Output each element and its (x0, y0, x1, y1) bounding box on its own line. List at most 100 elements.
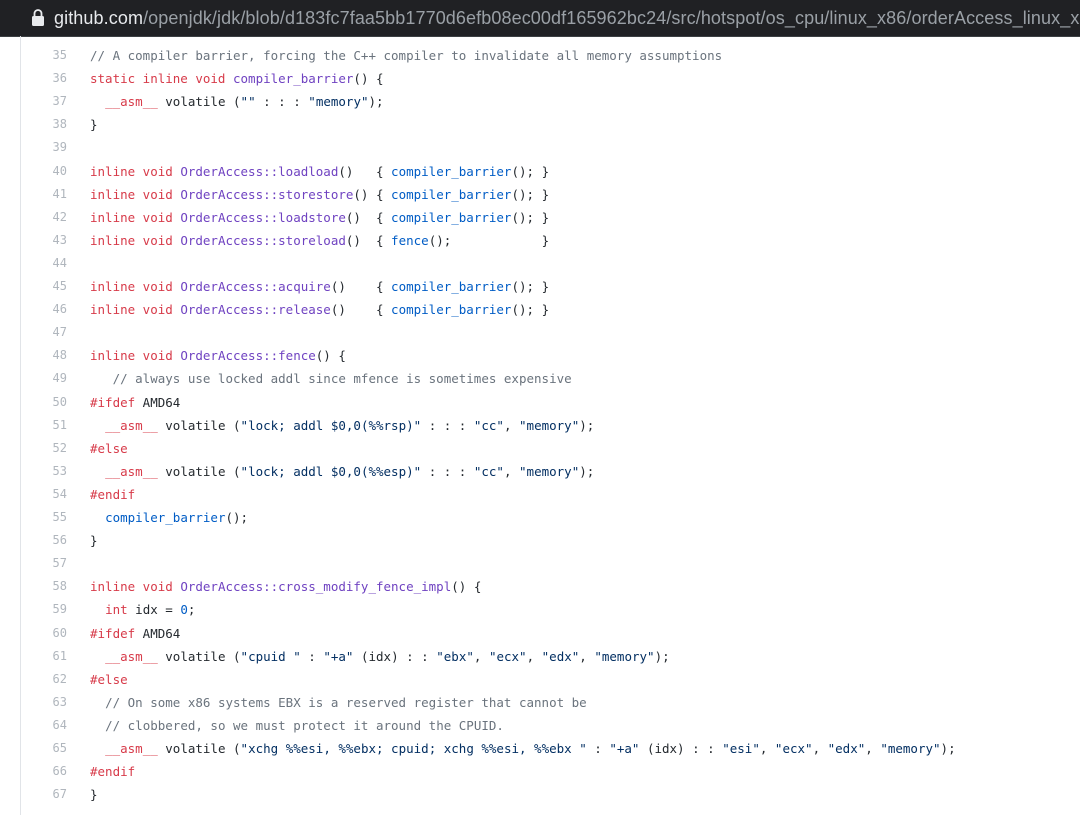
code-token: inline void (90, 302, 181, 318)
line-number[interactable]: 38 (21, 113, 67, 136)
line-number[interactable]: 53 (21, 460, 67, 483)
code-line: 38} (0, 113, 1080, 136)
code-line: 57 (0, 552, 1080, 575)
line-number[interactable]: 39 (21, 136, 67, 159)
line-number[interactable]: 35 (21, 44, 67, 67)
line-number[interactable]: 49 (21, 367, 67, 390)
line-number[interactable]: 58 (21, 575, 67, 598)
code-token: inline void (90, 579, 181, 595)
line-number[interactable]: 54 (21, 483, 67, 506)
code-token: (idx) : : (353, 648, 437, 664)
code-line: 65 __asm__ volatile ("xchg %%esi, %%ebx;… (0, 737, 1080, 760)
line-number[interactable]: 37 (21, 90, 67, 113)
line-number[interactable]: 61 (21, 645, 67, 668)
code-line: 47 (0, 321, 1080, 344)
line-number[interactable]: 59 (21, 598, 67, 621)
code-line: 45 inline void OrderAccess::acquire() { c… (0, 275, 1080, 298)
code-text: inline void OrderAccess::storeload() { f… (90, 229, 549, 252)
code-text: compiler_barrier(); (90, 506, 248, 529)
code-token: "lock; addl $0,0(%%esp)" (240, 463, 422, 479)
code-token: AMD64 (135, 625, 181, 641)
code-line: 37 __asm__ volatile ("" : : : "memory"); (0, 90, 1080, 113)
code-line: 36 static inline void compiler_barrier() … (0, 67, 1080, 90)
code-token: #endif (90, 486, 136, 502)
code-token: "memory" (519, 417, 580, 433)
code-line: 48 inline void OrderAccess::fence() { (0, 344, 1080, 367)
line-number[interactable]: 44 (21, 252, 67, 275)
line-number[interactable]: 48 (21, 344, 67, 367)
line-number[interactable]: 60 (21, 622, 67, 645)
code-line: 54 #endif (0, 483, 1080, 506)
code-token: (); } (511, 302, 550, 318)
code-view: 35 // A compiler barrier, forcing the C++… (0, 36, 1080, 815)
line-number[interactable]: 64 (21, 714, 67, 737)
code-token: "ecx" (774, 741, 813, 756)
line-number[interactable]: 46 (21, 298, 67, 321)
code-text: } (90, 113, 98, 136)
line-number[interactable]: 57 (21, 552, 67, 575)
code-token: ); (368, 94, 384, 110)
line-number[interactable]: 40 (21, 160, 67, 183)
code-token: compiler_barrier (391, 186, 512, 202)
line-number[interactable]: 55 (21, 506, 67, 529)
code-line: 64 // clobbered, so we must protect it a… (0, 714, 1080, 737)
code-token: volatile ( (157, 463, 241, 479)
code-token: OrderAccess::storeload (180, 232, 346, 248)
code-line: 51 __asm__ volatile ("lock; addl $0,0(%%… (0, 414, 1080, 437)
code-token: : : : (255, 94, 309, 110)
line-number[interactable]: 42 (21, 206, 67, 229)
code-text: // always use locked addl since mfence i… (90, 367, 572, 390)
lock-icon[interactable] (31, 8, 45, 28)
line-number[interactable]: 45 (21, 275, 67, 298)
code-token: volatile ( (157, 741, 241, 756)
code-token: ); (579, 463, 595, 479)
code-token: volatile ( (157, 94, 241, 110)
line-number[interactable]: 63 (21, 691, 67, 714)
code-text: __asm__ volatile ("cpuid " : "+a" (idx) … (90, 645, 670, 668)
url-text[interactable]: github.com/openjdk/jdk/blob/d183fc7faa5b… (54, 6, 1080, 30)
code-text: __asm__ volatile ("xchg %%esi, %%ebx; cp… (90, 737, 956, 760)
code-token: idx = (127, 602, 181, 618)
code-token: "edx" (541, 648, 580, 664)
url-path: /openjdk/jdk/blob/d183fc7faa5bb1770d6efb… (143, 8, 1080, 28)
code-line: 59 int idx = 0; (0, 598, 1080, 621)
line-number[interactable]: 41 (21, 183, 67, 206)
line-number[interactable]: 43 (21, 229, 67, 252)
code-line: 58 inline void OrderAccess::cross_modify_… (0, 575, 1080, 598)
line-number[interactable]: 47 (21, 321, 67, 344)
code-text: __asm__ volatile ("lock; addl $0,0(%%rsp… (90, 414, 594, 437)
code-token: OrderAccess::acquire (180, 279, 331, 294)
code-line: 43 inline void OrderAccess::storeload() {… (0, 229, 1080, 252)
code-text: } (90, 783, 98, 806)
code-text: inline void OrderAccess::fence() { (90, 344, 346, 367)
line-number[interactable]: 62 (21, 668, 67, 691)
code-line: 46 inline void OrderAccess::release() { c… (0, 298, 1080, 321)
address-bar[interactable]: github.com/openjdk/jdk/blob/d183fc7faa5b… (0, 0, 1080, 37)
code-token: "ecx" (488, 648, 527, 664)
code-token: () { (330, 302, 392, 318)
line-number[interactable]: 67 (21, 783, 67, 806)
code-token: inline void (90, 348, 181, 364)
line-number[interactable]: 66 (21, 760, 67, 783)
line-number[interactable]: 56 (21, 529, 67, 552)
code-line: 66 #endif (0, 760, 1080, 783)
code-token: fence (391, 232, 429, 248)
code-token: , (473, 648, 489, 664)
line-number[interactable]: 36 (21, 67, 67, 90)
code-token: (); (225, 510, 249, 525)
line-number[interactable]: 51 (21, 414, 67, 437)
code-token: , (865, 741, 881, 756)
code-token: "lock; addl $0,0(%%rsp)" (240, 417, 422, 433)
code-token: } (90, 533, 98, 549)
code-token: , (812, 741, 828, 756)
code-token: OrderAccess::fence (180, 348, 316, 364)
line-number[interactable]: 50 (21, 391, 67, 414)
code-token: "+a" (609, 741, 640, 756)
line-number[interactable]: 52 (21, 437, 67, 460)
code-token: #else (90, 440, 128, 456)
code-token: __asm__ (105, 463, 158, 479)
code-text: inline void OrderAccess::storestore() { … (90, 183, 549, 206)
line-number[interactable]: 65 (21, 737, 67, 760)
